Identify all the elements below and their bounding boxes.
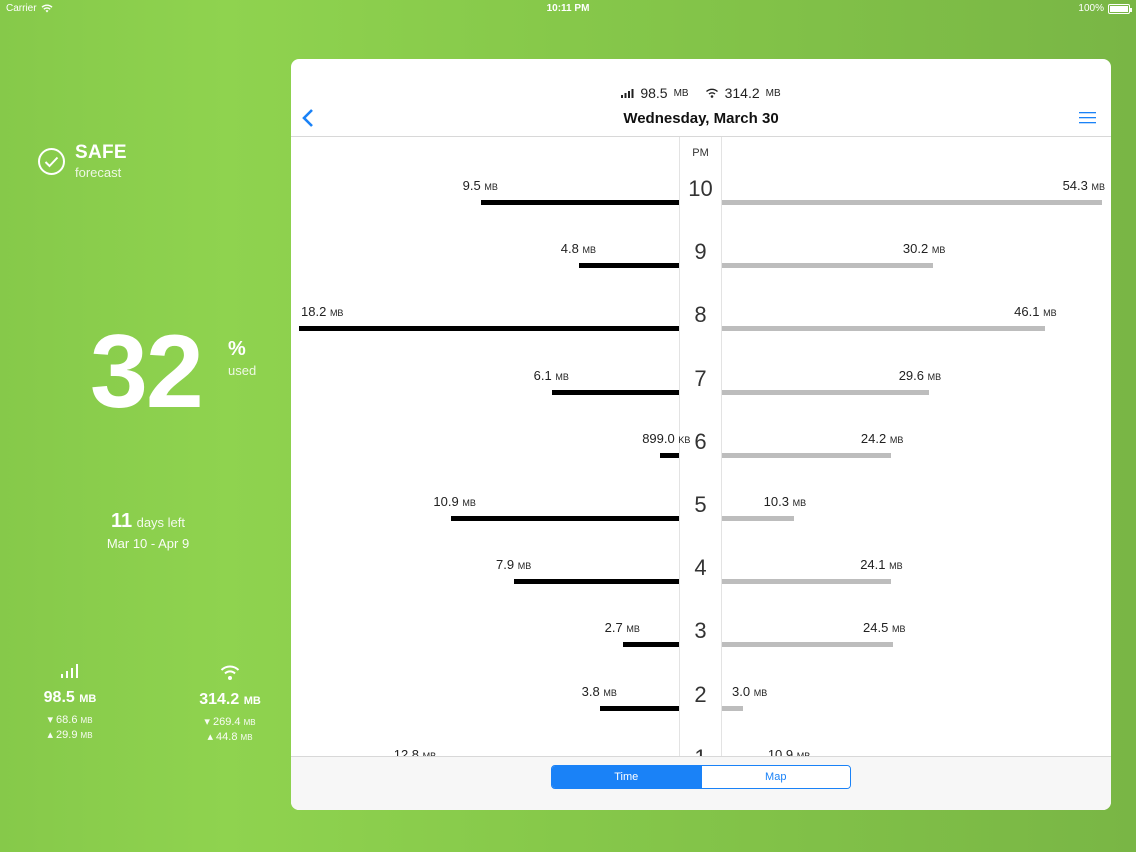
wifi-bar	[722, 389, 930, 395]
cellular-value-label: 10.9 MB	[433, 494, 476, 509]
hour-label: 9	[694, 239, 707, 265]
cellular-bar	[599, 705, 679, 711]
cellular-value-label: 9.5 MB	[462, 178, 498, 193]
cellular-value-label: 18.2 MB	[301, 304, 344, 320]
hour-label: 10	[688, 176, 713, 201]
card-header: 98.5 MB 314.2 MB Wednesday, March 30	[291, 59, 1111, 137]
cellular-value-label: 7.9 MB	[496, 557, 532, 573]
wifi-breakdown: ▾ 269.4 MB ▴ 44.8 MB	[170, 715, 290, 745]
card-footer: Time Map	[291, 756, 1111, 810]
hourly-usage-chart[interactable]: PM 10 9.5 MB 54.3 MB 9 4.8 MB 30.2 MB 8 18.2 MB…	[291, 137, 1111, 756]
wifi-value-label: 10.3 MB	[763, 494, 807, 509]
wifi-value-label: 46.1 MB	[1014, 304, 1057, 320]
hour-label: 2	[694, 681, 707, 707]
tab-time[interactable]: Time	[552, 766, 701, 788]
hour-label: 8	[694, 302, 707, 328]
cellular-value-label: 4.8 MB	[560, 241, 596, 257]
wifi-download: ▾ 269.4 MB	[204, 716, 256, 728]
wifi-value-label: 24.2 MB	[860, 430, 904, 446]
cellular-bar	[514, 579, 679, 585]
wifi-icon	[220, 665, 240, 680]
menu-button[interactable]	[1079, 110, 1097, 126]
cellular-value-label: 3.8 MB	[581, 683, 617, 699]
cellular-value-label: 2.7 MB	[604, 620, 640, 636]
days-left-count: 11	[110, 510, 133, 532]
cellular-upload: ▴ 29.9 MB	[47, 729, 93, 741]
cellular-value-label: 6.1 MB	[533, 367, 569, 383]
billing-period: 11 days left Mar 10 - Apr 9	[0, 510, 296, 551]
wifi-bar	[722, 452, 892, 458]
header-cell-total: 98.5 MB	[621, 85, 689, 101]
period-label: PM	[692, 147, 709, 159]
cellular-bar	[660, 452, 679, 458]
forecast-title: SAFE	[75, 142, 127, 163]
wifi-bar	[722, 705, 743, 711]
period-range: Mar 10 - Apr 9	[106, 536, 190, 551]
battery-icon	[1108, 3, 1132, 14]
check-icon	[38, 148, 65, 175]
hour-label: 7	[694, 365, 707, 391]
wifi-bar	[722, 579, 891, 585]
cellular-breakdown: ▾ 68.6 MB ▴ 29.9 MB	[10, 713, 130, 743]
status-bar: Carrier 10:11 PM 100%	[0, 0, 1136, 18]
percent-symbol: %	[228, 338, 246, 360]
header-wifi-total: 314.2 MB	[705, 85, 781, 101]
cellular-signal-icon	[61, 664, 78, 678]
wifi-bar	[722, 516, 795, 521]
date-title: Wednesday, March 30	[623, 110, 779, 127]
usage-percent: 32	[90, 314, 204, 430]
cellular-value-label: 899.0 KB	[642, 430, 691, 446]
cellular-bar	[622, 642, 679, 648]
status-right: 100%	[1078, 3, 1132, 14]
cellular-value-label: 12.8 MB	[393, 746, 437, 756]
wifi-usage: 314.2 MB ▾ 269.4 MB ▴ 44.8 MB	[170, 664, 290, 745]
wifi-value-label: 24.5 MB	[863, 620, 906, 636]
forecast-subtitle: forecast	[75, 165, 122, 180]
percent-label: used	[228, 363, 257, 378]
cellular-signal-icon	[621, 88, 634, 98]
days-left-label: days left	[136, 515, 186, 530]
wifi-value-label: 24.1 MB	[860, 557, 903, 573]
tab-map[interactable]: Map	[700, 766, 850, 788]
daily-usage-card: 98.5 MB 314.2 MB Wednesday, March 30 PM …	[291, 59, 1111, 810]
cellular-download: ▾ 68.6 MB	[47, 714, 93, 726]
wifi-total: 314.2 MB	[199, 691, 261, 708]
hamburger-menu-icon	[1079, 112, 1096, 124]
wifi-value-label: 29.6 MB	[898, 367, 942, 383]
hour-label: 5	[694, 492, 707, 517]
hour-label: 3	[694, 618, 707, 644]
status-time: 10:11 PM	[546, 3, 590, 14]
cellular-usage: 98.5 MB ▾ 68.6 MB ▴ 29.9 MB	[10, 664, 130, 743]
cellular-bar	[451, 516, 679, 521]
wifi-value-label: 3.0 MB	[732, 683, 768, 699]
hour-label: 1	[679, 745, 722, 756]
view-segmented-control[interactable]: Time Map	[551, 765, 851, 789]
forecast-status: SAFE forecast	[38, 142, 127, 180]
wifi-icon	[705, 88, 718, 98]
wifi-bar	[722, 326, 1045, 332]
wifi-value-label: 54.3 MB	[1062, 178, 1105, 193]
hour-label: 4	[694, 555, 707, 581]
cellular-bar	[299, 326, 679, 332]
battery-label: 100%	[1078, 3, 1104, 14]
wifi-value-label: 30.2 MB	[902, 241, 946, 257]
wifi-bar	[722, 642, 894, 648]
wifi-bar	[722, 263, 934, 269]
wifi-upload: ▴ 44.8 MB	[207, 731, 253, 743]
wifi-value-label: 10.9 MB	[767, 746, 811, 756]
cellular-total: 98.5 MB	[43, 689, 97, 706]
cellular-bar	[551, 389, 679, 395]
cellular-bar	[578, 263, 679, 269]
cellular-bar	[480, 200, 679, 205]
wifi-bar	[722, 200, 1102, 205]
header-totals: 98.5 MB 314.2 MB	[291, 85, 1111, 101]
